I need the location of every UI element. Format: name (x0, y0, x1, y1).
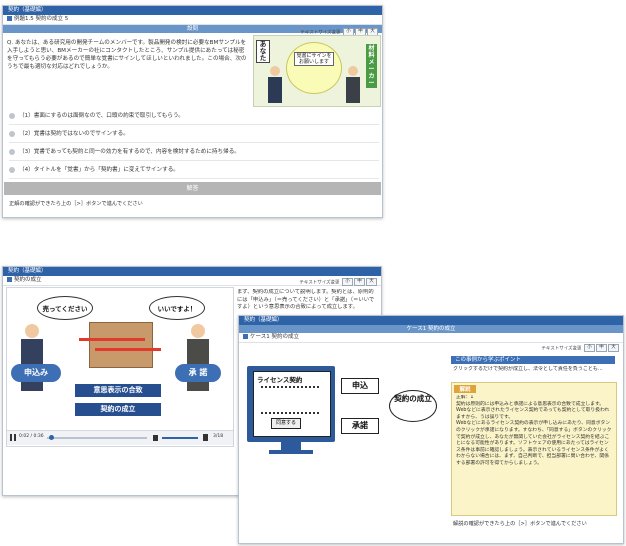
license-lines (261, 386, 319, 414)
player-controls: 0:02 / 0:36 3/18 (7, 430, 233, 445)
accept-arrow-box: 承諾 (341, 418, 379, 434)
text-size-control: テキストサイズ変更 小中大 (541, 344, 619, 352)
question-text: Q. あなたは、ある研究用の開発チームのメンバーです。製品開発の検討に必要なBM… (7, 40, 247, 70)
arrow-left-icon (95, 348, 161, 351)
radio-icon (9, 130, 15, 137)
contract-formed-bubble: 契約の成立 (389, 390, 437, 422)
offer-arrow-box: 申込 (341, 378, 379, 394)
answer-option-1[interactable]: （1）書面にするのは面倒なので、口頭の約束で取引してもらう。 (9, 108, 379, 125)
size-small-button[interactable]: 小 (584, 344, 595, 352)
explanation-panel: 解説 正解：1 契約は原則的には申込みと承諾による意思表示の合致で成立します。 … (451, 382, 617, 516)
size-medium-button[interactable]: 中 (354, 278, 365, 286)
license-title: ライセンス契約 (257, 376, 303, 384)
window-title: 契約（基礎編） (3, 267, 381, 276)
answer-button[interactable]: 解答 (4, 182, 381, 195)
product-box-icon (89, 322, 153, 368)
bubble-text: 覚書にサインをお願いします (294, 52, 334, 66)
bubble-left-text: 売ってください (42, 305, 88, 313)
person-maker-icon (346, 66, 360, 104)
point-text: クリックするだけで契約が成立し、法令として責任を負うことも... (453, 366, 603, 372)
explanation-header: 解説 (454, 385, 476, 393)
you-label: あなた (256, 40, 270, 63)
answer-option-2[interactable]: （2）覚書は契約ではないのでサインする。 (9, 126, 379, 143)
case-study-window: 契約（基礎編） ケース1 契約の成立 ケース1 契約の成立 テキストサイズ変更 … (238, 315, 624, 544)
answer-option-4[interactable]: （4）タイトルを「覚書」から「契約書」に変えてサインする。 (9, 162, 379, 179)
window-title: 契約（基礎編） (239, 316, 623, 325)
explanation-text: 正解：1 契約は原則的には申込みと承諾による意思表示の合致で成立します。 Web… (456, 395, 612, 466)
case-header: ケース1 契約の成立 (239, 325, 623, 333)
footer-instruction: 正解の確認ができたら上の［>］ボタンで進んでください (9, 201, 143, 207)
person-you-icon (268, 66, 282, 104)
text-size-control: テキストサイズ変更 小中大 (299, 278, 377, 286)
size-medium-button[interactable]: 中 (596, 344, 607, 352)
page-icon (7, 277, 12, 282)
offer-label: 申込み (11, 364, 61, 382)
monitor-base (269, 450, 313, 454)
radio-icon (9, 166, 15, 173)
player-time: 0:02 / 0:36 (19, 434, 44, 439)
breadcrumb: ケース1 契約の成立 (239, 333, 623, 343)
buyer-person-icon (21, 324, 43, 394)
answer-option-3[interactable]: （3）覚書であっても契約と同一の効力を有するので、内容を検討するために持ち帰る。 (9, 144, 379, 161)
breadcrumb: 例題1.5 契約の成立 5 (3, 15, 382, 25)
page-icon (243, 334, 248, 339)
bubble-right-text: いいですよ！ (157, 305, 197, 313)
volume-bar[interactable] (162, 437, 198, 439)
seller-person-icon (187, 324, 209, 394)
footer-instruction: 解説の確認ができたら上の［>］ボタンで進んでください (453, 521, 587, 527)
license-diagram: ライセンス契約 同意する 申込 承諾 契約の成立 (243, 356, 443, 496)
radio-icon (9, 148, 15, 155)
maker-label: 材料メーカー (366, 44, 377, 88)
quiz-window: 契約（基礎編） 例題1.5 契約の成立 5 テキストサイズ変更 小中大 設問 Q… (2, 5, 383, 218)
size-large-button[interactable]: 大 (608, 344, 619, 352)
radio-icon (9, 112, 15, 119)
lesson-side-text: まず、契約の成立について説明します。契約とは、原則的には「申込み」（＝売ってくだ… (237, 289, 375, 310)
arrow-right-icon (79, 338, 145, 341)
page-icon (7, 16, 12, 21)
size-small-button[interactable]: 小 (342, 278, 353, 286)
question-illustration: あなた 覚書にサインをお願いします 材料メーカー (253, 35, 381, 107)
download-icon[interactable] (203, 434, 208, 441)
contract-caption: 契約の成立 (75, 403, 161, 416)
video-frame[interactable]: 売ってください いいですよ！ 申込み 承 諾 意思表示の合致 契約の成立 0:0… (6, 287, 234, 447)
point-header: この事例から学ぶポイント (451, 356, 615, 364)
agree-button[interactable]: 同意する (271, 418, 301, 429)
request-bubble (286, 42, 342, 94)
volume-icon[interactable] (153, 435, 158, 441)
window-title: 契約（基礎編） (3, 6, 382, 15)
seek-bar[interactable] (47, 437, 147, 439)
accept-label: 承 諾 (175, 364, 221, 382)
pause-icon[interactable] (10, 434, 16, 441)
monitor-stand (281, 442, 301, 450)
page-counter: 3/18 (213, 434, 224, 439)
agreement-caption: 意思表示の合致 (75, 384, 161, 397)
size-large-button[interactable]: 大 (366, 278, 377, 286)
seek-handle[interactable] (49, 435, 54, 440)
